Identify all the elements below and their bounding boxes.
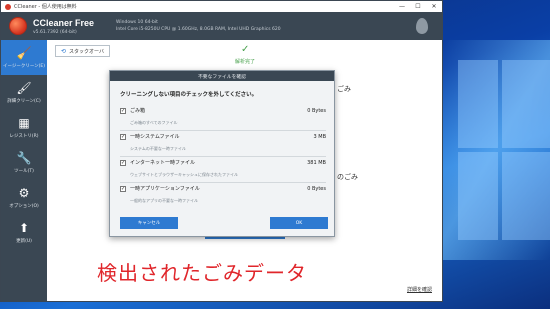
item-description: ごみ箱のすべてのファイル	[130, 120, 178, 125]
hardware-info: Intel Core i5-8250U CPU @ 1.60GHz, 8.0GB…	[116, 27, 281, 32]
dialog-title: 不要なファイルを確認	[110, 71, 334, 81]
sidebar: 🧹 イージークリーン(E) 🖌 詳細クリーン(C) ▦ レジストリ(R) 🔧 ツ…	[1, 40, 47, 302]
minimize-button[interactable]: —	[394, 3, 410, 10]
item-size: 0 Bytes	[307, 107, 326, 114]
title-bar: CCleaner - 個人使用は無料 — ☐ ✕	[1, 1, 442, 12]
start-over-label: スタックオーバ	[69, 48, 104, 55]
refresh-icon: ⟲	[61, 47, 67, 55]
item-description: ウェブサイトとブラウザーキャッシュに保存されたファイル	[130, 172, 238, 177]
droplet-icon	[416, 18, 428, 34]
sidebar-item-label: ツール(T)	[14, 168, 34, 174]
checkbox[interactable]: ✓	[120, 185, 126, 192]
window-controls: — ☐ ✕	[394, 3, 442, 10]
item-label: ごみ箱	[130, 108, 146, 114]
gear-icon: ⚙	[18, 185, 30, 200]
arrow-up-icon: ⬆	[18, 220, 30, 235]
divider	[120, 130, 326, 131]
checkbox[interactable]: ✓	[120, 159, 126, 166]
divider	[120, 156, 326, 157]
item-size: 381 MB	[307, 159, 326, 166]
item-label: 一時システムファイル	[130, 134, 180, 140]
view-details-link[interactable]: 詳細を確認	[407, 286, 432, 293]
list-item: ✓ 一時システムファイル 3 MB システムの不要な一時ファイル	[120, 133, 326, 157]
brush-icon: 🖌	[16, 80, 32, 95]
sidebar-item-registry[interactable]: ▦ レジストリ(R)	[1, 110, 47, 145]
analysis-done-label: 解析完了	[235, 59, 256, 65]
os-info: Windows 10 64-bit	[116, 20, 158, 25]
sidebar-item-custom-clean[interactable]: 🖌 詳細クリーン(C)	[1, 75, 47, 110]
item-description: 一般的なアプリの不要な一時ファイル	[130, 198, 198, 203]
sidebar-item-upgrade[interactable]: ⬆ 更新(U)	[1, 215, 47, 250]
ccleaner-window: CCleaner - 個人使用は無料 — ☐ ✕ CCleaner Free v…	[0, 0, 443, 302]
checkmark-icon: ✓	[241, 44, 250, 55]
broom-icon: 🧹	[16, 45, 32, 60]
divider	[120, 182, 326, 183]
close-button[interactable]: ✕	[426, 3, 442, 10]
item-label: 一時アプリケーションファイル	[130, 186, 200, 192]
checkbox[interactable]: ✓	[120, 133, 126, 140]
list-item: ✓ 一時アプリケーションファイル 0 Bytes 一般的なアプリの不要な一時ファ…	[120, 185, 326, 204]
background-text-fragment: のごみ	[337, 173, 358, 181]
ccleaner-small-logo-icon	[5, 3, 11, 10]
app-header: CCleaner Free v5.61.7392 (64-bit) Window…	[1, 12, 442, 40]
item-size: 3 MB	[313, 133, 326, 140]
list-item: ✓ ごみ箱 0 Bytes ごみ箱のすべてのファイル	[120, 107, 326, 131]
item-size: 0 Bytes	[307, 185, 326, 192]
cancel-button[interactable]: キャンセル	[120, 217, 178, 229]
maximize-button[interactable]: ☐	[410, 3, 426, 10]
list-item: ✓ インターネット一時ファイル 381 MB ウェブサイトとブラウザーキャッシュ…	[120, 159, 326, 183]
grid-icon: ▦	[18, 115, 30, 130]
ccleaner-logo-icon	[9, 17, 27, 35]
window-title: CCleaner - 個人使用は無料	[14, 4, 77, 10]
sidebar-item-easy-clean[interactable]: 🧹 イージークリーン(E)	[1, 40, 47, 75]
ok-button[interactable]: OK	[270, 217, 328, 229]
sidebar-item-label: 更新(U)	[16, 238, 32, 244]
sidebar-item-label: 詳細クリーン(C)	[7, 98, 41, 104]
wrench-icon: 🔧	[16, 150, 32, 165]
checkbox[interactable]: ✓	[120, 107, 126, 114]
brand-name: CCleaner Free	[33, 17, 95, 28]
item-description: システムの不要な一時ファイル	[130, 146, 186, 151]
sidebar-item-label: イージークリーン(E)	[2, 63, 46, 69]
windows-logo	[458, 60, 550, 250]
annotation-caption: 検出されたごみデータ	[97, 261, 307, 285]
sidebar-item-label: オプション(O)	[9, 203, 39, 209]
dialog-heading: クリーニングしない項目のチェックを外してください。	[120, 92, 258, 98]
sidebar-item-tools[interactable]: 🔧 ツール(T)	[1, 145, 47, 180]
item-label: インターネット一時ファイル	[130, 160, 196, 166]
sidebar-item-options[interactable]: ⚙ オプション(O)	[1, 180, 47, 215]
brand-version: v5.61.7392 (64-bit)	[33, 29, 77, 35]
sidebar-item-label: レジストリ(R)	[9, 133, 39, 139]
background-text-fragment: ごみ	[337, 85, 351, 93]
system-info: Windows 10 64-bit Intel Core i5-8250U CP…	[116, 19, 281, 33]
review-files-dialog: 不要なファイルを確認 クリーニングしない項目のチェックを外してください。 ✓ ご…	[109, 70, 335, 237]
start-over-button[interactable]: ⟲ スタックオーバ	[55, 45, 110, 57]
